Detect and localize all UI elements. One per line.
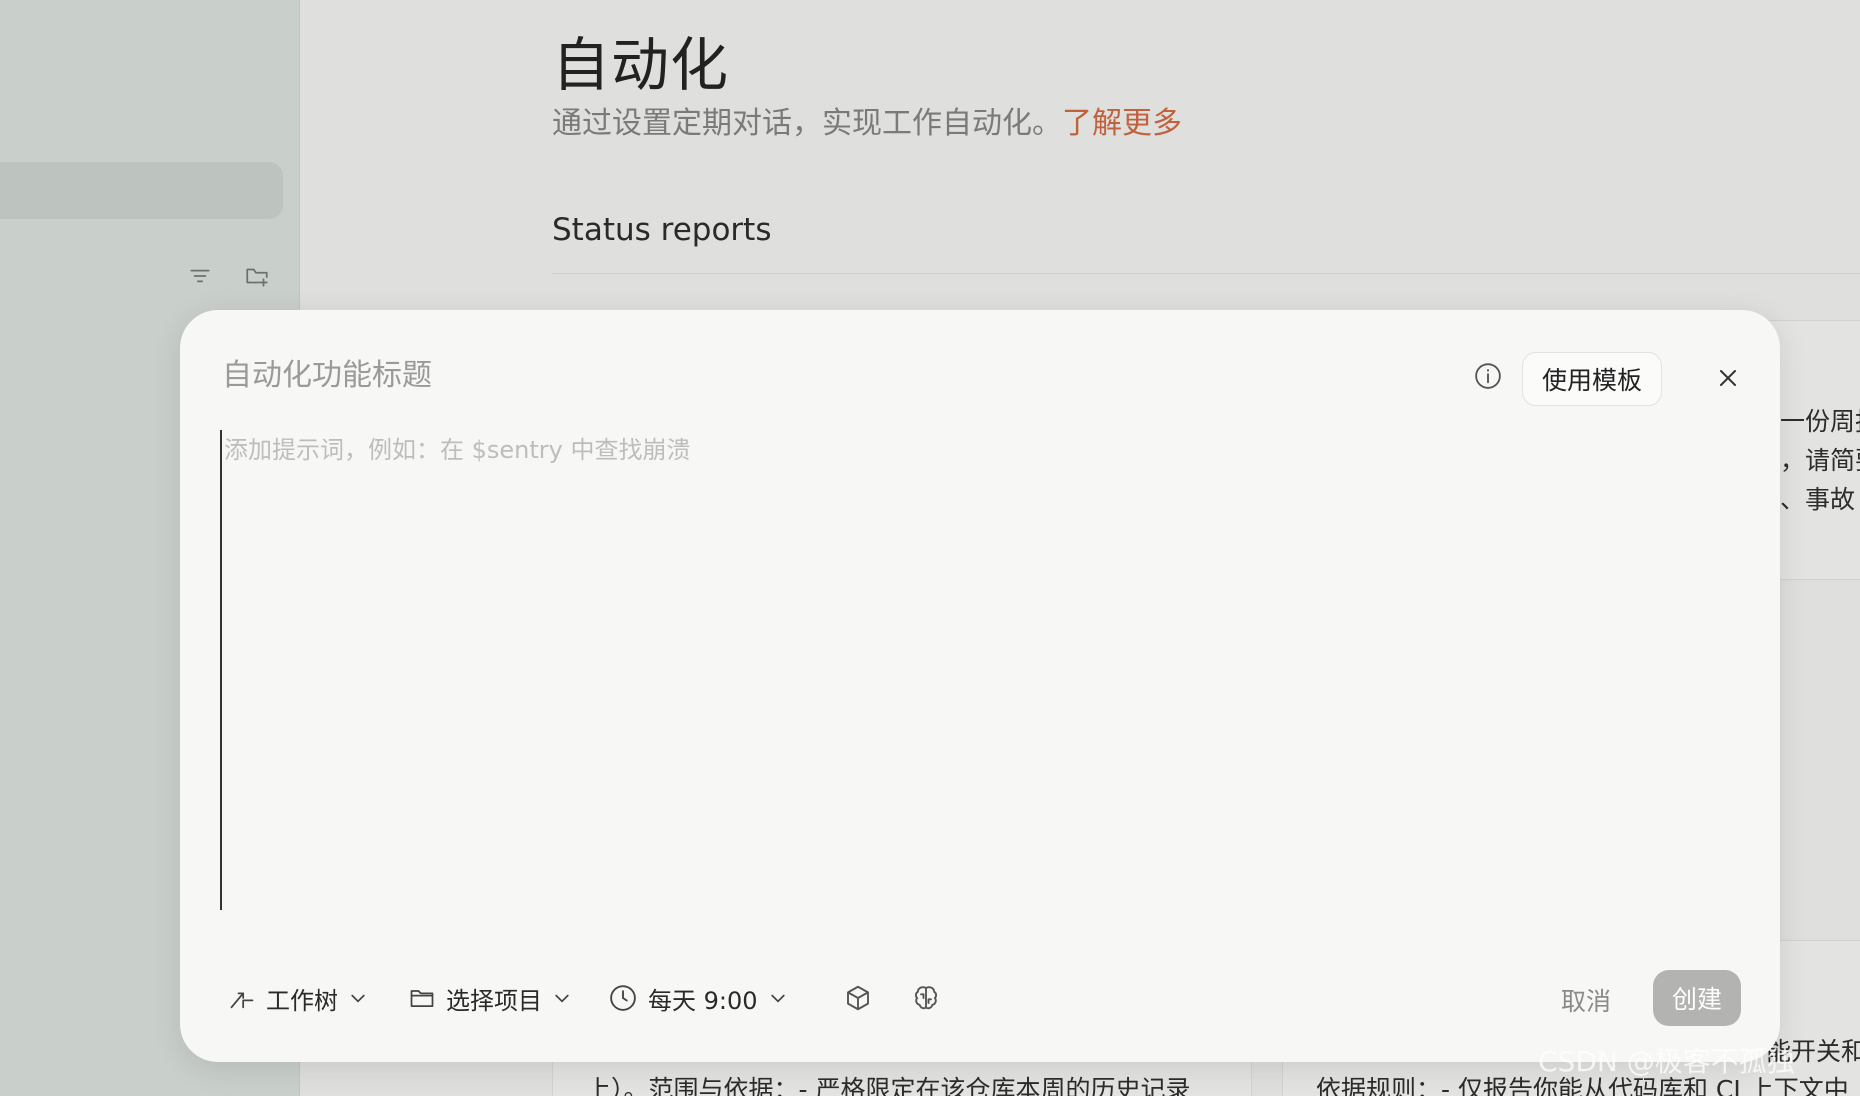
project-label: 选择项目: [446, 986, 542, 1015]
schedule-selector[interactable]: 每天 9:00: [608, 970, 788, 1026]
project-selector[interactable]: 选择项目: [408, 970, 572, 1026]
subtitle-text: 通过设置定期对话，实现工作自动化。: [552, 106, 1062, 141]
chevron-down-icon: [351, 994, 365, 1003]
automation-title-input[interactable]: [222, 352, 1222, 398]
use-template-button[interactable]: 使用模板: [1522, 352, 1662, 406]
info-icon[interactable]: [1472, 360, 1504, 392]
clock-icon: [610, 985, 636, 1011]
chevron-down-icon: [555, 994, 569, 1003]
close-icon[interactable]: [1710, 360, 1746, 396]
schedule-label: 每天 9:00: [648, 986, 758, 1015]
prompt-input[interactable]: [220, 430, 1720, 910]
create-button[interactable]: 创建: [1653, 970, 1741, 1026]
card-text-line: 、事故: [1780, 485, 1856, 514]
cancel-button[interactable]: 取消: [1561, 982, 1611, 1018]
card-text-line: ，请简要: [1780, 446, 1860, 475]
brain-icon[interactable]: [910, 982, 942, 1014]
dialog-footer: 工作树 选择项目 每天 9:00 取消 创建: [228, 970, 1741, 1026]
worktree-selector[interactable]: 工作树: [228, 970, 368, 1026]
learn-more-link[interactable]: 了解更多: [1062, 106, 1182, 141]
page-title: 自动化: [552, 31, 730, 99]
card-text-line: 一份周报: [1780, 407, 1860, 436]
folder-icon: [410, 990, 434, 1008]
chevron-down-icon: [770, 994, 785, 1003]
app-window: 自动化 通过设置定期对话，实现工作自动化。了解更多 Status reports…: [0, 0, 1860, 1096]
cube-icon[interactable]: [842, 982, 874, 1014]
page-subtitle: 通过设置定期对话，实现工作自动化。了解更多: [552, 98, 1182, 142]
watermark: CSDN @极客不孤独: [1538, 1045, 1795, 1078]
folder-plus-icon[interactable]: [243, 262, 271, 290]
filter-icon[interactable]: [186, 262, 214, 290]
worktree-label: 工作树: [266, 986, 338, 1015]
section-title: Status reports: [552, 212, 772, 248]
create-automation-dialog: 使用模板 工作树 选择项目: [180, 310, 1780, 1062]
sidebar-item-selected[interactable]: [0, 162, 283, 219]
card-text-line: 上）。范围与依据：- 严格限定在该仓库本周的历史记录: [586, 1075, 1191, 1096]
section-divider: [552, 273, 1860, 274]
branch-icon: [230, 992, 254, 1009]
